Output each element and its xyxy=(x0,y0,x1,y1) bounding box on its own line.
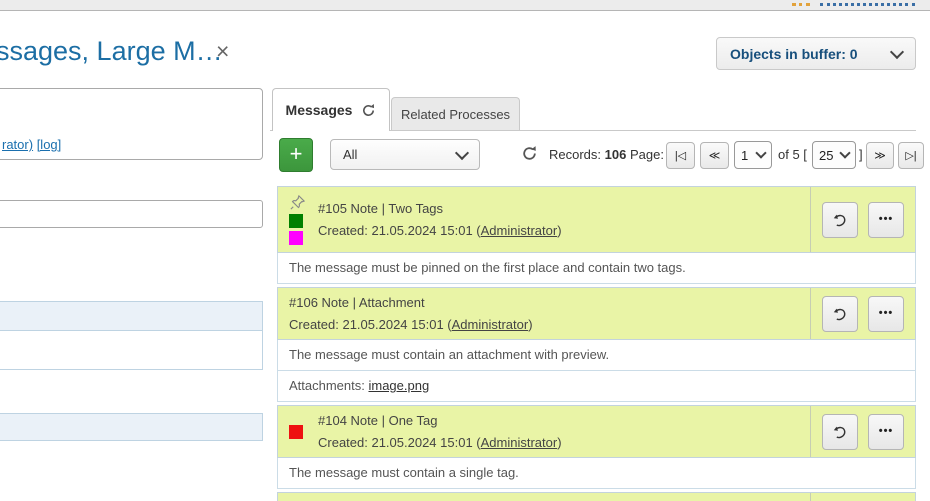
tag-red xyxy=(289,425,303,439)
refresh-list-icon[interactable] xyxy=(521,145,538,162)
page-size-value: 25 xyxy=(819,148,833,163)
close-icon[interactable]: × xyxy=(216,40,229,63)
message-header-main: #103 Note | Long text line break xyxy=(278,493,810,501)
message-item: #106 Note | Attachment Created: 21.05.20… xyxy=(277,287,916,402)
message-created: Created: 21.05.2024 15:01 (Administrator… xyxy=(318,223,562,238)
more-dots-icon: ••• xyxy=(879,214,894,225)
left-section-box xyxy=(0,301,263,370)
author-link[interactable]: Administrator xyxy=(452,317,529,332)
message-header-text: #104 Note | One Tag Created: 21.05.2024 … xyxy=(318,413,562,450)
tab-related-processes[interactable]: Related Processes xyxy=(391,97,520,130)
add-message-button[interactable]: + xyxy=(279,138,313,172)
reply-button[interactable] xyxy=(822,202,858,238)
reply-button[interactable] xyxy=(822,296,858,332)
chevron-down-icon xyxy=(890,44,904,58)
message-created: Created: 21.05.2024 15:01 (Administrator… xyxy=(318,435,562,450)
message-body: The message must contain a single tag. xyxy=(277,458,916,489)
message-item: #105 Note | Two Tags Created: 21.05.2024… xyxy=(277,186,916,284)
message-title: #106 Note | Attachment xyxy=(289,295,533,310)
tab-related-processes-label: Related Processes xyxy=(401,107,510,122)
left-box-links: rator) [log] xyxy=(2,137,61,152)
message-list: #105 Note | Two Tags Created: 21.05.2024… xyxy=(277,186,916,501)
message-body: The message must be pinned on the first … xyxy=(277,253,916,284)
page-number-value: 1 xyxy=(741,148,748,163)
refresh-icon[interactable] xyxy=(361,103,376,118)
objects-in-buffer-label: Objects in buffer: 0 xyxy=(730,46,858,62)
author-link[interactable]: Administrator xyxy=(481,435,558,450)
message-title: #104 Note | One Tag xyxy=(318,413,562,428)
pin-icon xyxy=(289,194,310,211)
message-item: #103 Note | Long text line break ••• xyxy=(277,492,916,501)
message-header-main: #106 Note | Attachment Created: 21.05.20… xyxy=(278,288,810,339)
first-page-button[interactable]: |◁ xyxy=(666,142,695,169)
message-markers xyxy=(289,194,310,245)
message-body: The message must contain an attachment w… xyxy=(277,340,916,371)
page-size-select[interactable]: 25 xyxy=(812,141,856,169)
attachments-label: Attachments: xyxy=(289,378,368,393)
tag-magenta xyxy=(289,231,303,245)
left-input-box[interactable] xyxy=(0,200,263,228)
message-header[interactable]: #105 Note | Two Tags Created: 21.05.2024… xyxy=(277,186,916,253)
administrator-link[interactable]: rator) xyxy=(2,137,33,152)
message-filter-select[interactable]: All xyxy=(330,139,480,170)
page-of-label: of 5 [ xyxy=(778,147,807,162)
message-actions: ••• xyxy=(810,493,915,501)
created-prefix: Created: 21.05.2024 15:01 ( xyxy=(318,223,481,238)
next-page-button[interactable]: ≫ xyxy=(866,142,894,169)
more-button[interactable]: ••• xyxy=(868,296,904,332)
more-dots-icon: ••• xyxy=(879,308,894,319)
records-counter: Records: 106 Page: xyxy=(549,147,664,162)
page-label: Page: xyxy=(630,147,664,162)
left-section-header-2[interactable] xyxy=(0,413,263,441)
page-number-select[interactable]: 1 xyxy=(734,141,772,169)
message-header-main: #105 Note | Two Tags Created: 21.05.2024… xyxy=(278,187,810,252)
records-label: Records: xyxy=(549,147,601,162)
message-actions: ••• xyxy=(810,288,915,339)
reply-button[interactable] xyxy=(822,414,858,450)
objects-in-buffer-button[interactable]: Objects in buffer: 0 xyxy=(716,37,916,70)
tab-messages[interactable]: Messages xyxy=(272,88,390,131)
page-title: ssages, Large M… xyxy=(0,36,223,67)
more-dots-icon: ••• xyxy=(879,426,894,437)
browser-top-strip xyxy=(0,0,930,11)
created-suffix: ) xyxy=(528,317,532,332)
more-button[interactable]: ••• xyxy=(868,202,904,238)
attachment-link[interactable]: image.png xyxy=(368,378,429,393)
last-page-button[interactable]: ▷| xyxy=(898,142,924,169)
records-count: 106 xyxy=(605,147,627,162)
orange-dotted-decor xyxy=(792,3,810,6)
message-item: #104 Note | One Tag Created: 21.05.2024 … xyxy=(277,405,916,489)
created-prefix: Created: 21.05.2024 15:01 ( xyxy=(318,435,481,450)
message-header[interactable]: #104 Note | One Tag Created: 21.05.2024 … xyxy=(277,405,916,458)
app-window: ssages, Large M… × Objects in buffer: 0 … xyxy=(0,0,930,501)
log-link[interactable]: [log] xyxy=(37,137,62,152)
message-header-text: #105 Note | Two Tags Created: 21.05.2024… xyxy=(318,194,562,245)
bracket-close-label: ] xyxy=(859,147,863,162)
message-filter-value: All xyxy=(343,147,357,162)
created-suffix: ) xyxy=(557,435,561,450)
message-attachments: Attachments: image.png xyxy=(277,371,916,402)
message-actions: ••• xyxy=(810,187,915,252)
message-actions: ••• xyxy=(810,406,915,457)
created-prefix: Created: 21.05.2024 15:01 ( xyxy=(289,317,452,332)
created-suffix: ) xyxy=(557,223,561,238)
tab-messages-label: Messages xyxy=(286,102,353,118)
chevron-down-icon xyxy=(839,147,850,158)
author-link[interactable]: Administrator xyxy=(481,223,558,238)
message-created: Created: 21.05.2024 15:01 (Administrator… xyxy=(289,317,533,332)
chevron-down-icon xyxy=(455,145,469,159)
chevron-down-icon xyxy=(755,147,766,158)
left-section-header[interactable] xyxy=(0,302,262,331)
blue-dotted-decor xyxy=(820,3,915,6)
left-info-box: rator) [log] xyxy=(0,88,263,160)
message-markers xyxy=(289,413,310,450)
prev-page-button[interactable]: ≪ xyxy=(700,142,729,169)
message-header-text: #106 Note | Attachment Created: 21.05.20… xyxy=(289,295,533,332)
tag-green xyxy=(289,214,303,228)
message-header[interactable]: #106 Note | Attachment Created: 21.05.20… xyxy=(277,287,916,340)
more-button[interactable]: ••• xyxy=(868,414,904,450)
message-header[interactable]: #103 Note | Long text line break ••• xyxy=(277,492,916,501)
message-header-main: #104 Note | One Tag Created: 21.05.2024 … xyxy=(278,406,810,457)
message-title: #105 Note | Two Tags xyxy=(318,201,562,216)
